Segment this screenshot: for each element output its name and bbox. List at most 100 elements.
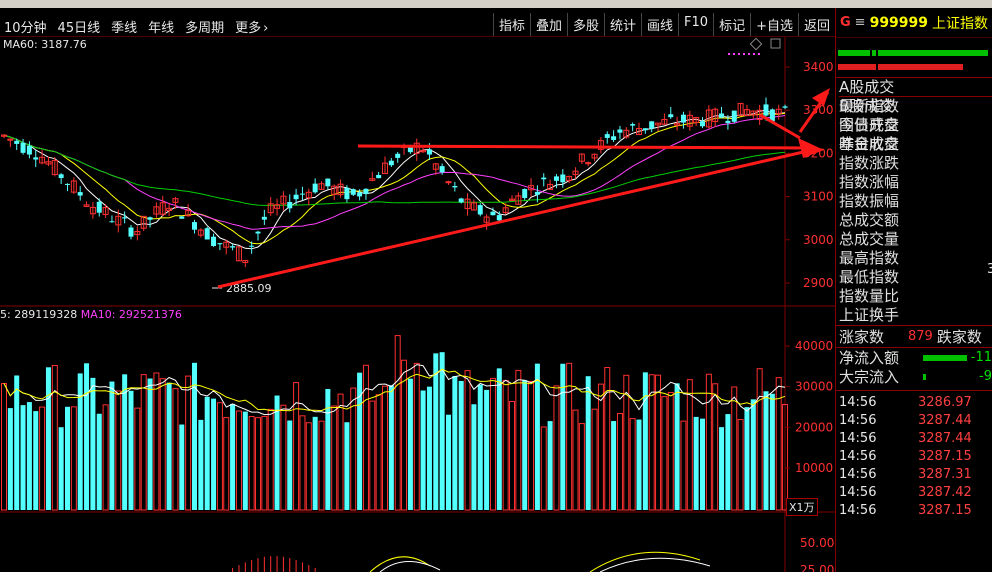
- indicator-button[interactable]: 指标: [492, 13, 530, 36]
- multi-stock-button[interactable]: 多股: [566, 13, 604, 36]
- volume-bar: [140, 374, 147, 511]
- quote-title: G ≡ 999999 上证指数: [836, 8, 992, 38]
- draw-line-button[interactable]: 画线: [641, 13, 678, 36]
- candle-body: [192, 222, 197, 230]
- volume-bar: [293, 382, 300, 511]
- volume-bar: [522, 380, 528, 510]
- candle-body: [344, 187, 350, 200]
- period-more-label: 更多: [235, 21, 262, 36]
- volume-bar: [375, 394, 382, 511]
- back-button[interactable]: 返回: [797, 13, 835, 36]
- menu-icon[interactable]: ≡: [855, 15, 866, 30]
- candle-body: [20, 142, 26, 153]
- volume-bar: [534, 363, 540, 510]
- period-more[interactable]: 更多 ›: [235, 17, 268, 36]
- volume-bar: [299, 415, 306, 511]
- field-low: 最低指数: [839, 268, 900, 286]
- volume-bar: [45, 367, 51, 510]
- volume-bar: [464, 370, 471, 511]
- tick-price: 3287.44: [918, 412, 972, 428]
- volume-bar: [674, 383, 680, 510]
- candle-body: [439, 166, 445, 173]
- overlay-button[interactable]: 叠加: [529, 13, 567, 36]
- candle-body: [490, 211, 496, 216]
- volume-bar: [287, 420, 293, 510]
- candle-body: [541, 177, 547, 180]
- volume-bar: [446, 414, 451, 510]
- volume-bar: [426, 386, 432, 510]
- candle-body: [395, 153, 401, 158]
- indicator-axis-label: 25.00: [800, 563, 834, 572]
- tick-price: 3286.97: [918, 394, 972, 410]
- tick-time: 14:56: [839, 394, 877, 410]
- advance-decline-row: 涨家数 879 跌家数: [836, 326, 992, 348]
- volume-bar: [388, 385, 394, 510]
- tick-time: 14:56: [839, 412, 877, 428]
- candle-body: [553, 176, 559, 181]
- candle-body: [731, 110, 737, 122]
- volume-bar: [172, 388, 179, 511]
- period-year[interactable]: 年线: [148, 17, 174, 36]
- candle-body: [649, 121, 655, 129]
- buy-bar: [838, 50, 988, 56]
- field-total-volume: 总成交量: [839, 230, 900, 248]
- volume-bar: [344, 422, 350, 510]
- add-watchlist-button[interactable]: +自选: [750, 13, 798, 36]
- tick-time: 14:56: [839, 484, 877, 500]
- volume-bar: [204, 396, 210, 510]
- volume-bar: [318, 420, 325, 511]
- volume-bar: [325, 388, 331, 510]
- volume-bar: [65, 406, 70, 510]
- field-change: 指数涨跌: [839, 154, 900, 172]
- candle-body: [630, 124, 636, 126]
- volume-bar: [230, 403, 236, 510]
- candle-body: [109, 221, 115, 223]
- volume-bar: [661, 396, 668, 511]
- mark-button[interactable]: 标记: [713, 13, 750, 36]
- period-45day[interactable]: 45日线: [58, 17, 101, 36]
- group-marker[interactable]: G: [840, 15, 851, 30]
- fall-count-label: 跌家数: [936, 328, 982, 346]
- volume-bar: [484, 389, 490, 510]
- block-inflow-bar: [923, 373, 926, 380]
- tick-time: 14:56: [839, 430, 877, 446]
- net-inflow-value: -11: [970, 350, 992, 365]
- candle-body: [700, 121, 705, 127]
- volume-bar: [235, 410, 242, 511]
- volume-bar: [357, 372, 363, 510]
- volume-bar: [185, 375, 192, 511]
- field-today-open: 今日开盘: [839, 116, 900, 134]
- field-a-share-volume: A股成交: [839, 78, 895, 96]
- volume-axis-label: 20000: [795, 420, 833, 434]
- f10-button[interactable]: F10: [678, 13, 713, 36]
- candle-body: [534, 191, 540, 195]
- period-10min[interactable]: 10分钟: [4, 17, 47, 36]
- volume-bar: [96, 413, 102, 510]
- period-quarter[interactable]: 季线: [111, 17, 137, 36]
- field-latest-index: 最新指数: [839, 97, 900, 115]
- volume-bar: [153, 372, 160, 511]
- volume-bar: [20, 405, 26, 510]
- volume-bar: [166, 382, 172, 510]
- volume-bar: [769, 393, 775, 510]
- volume-bar: [560, 363, 566, 510]
- volume-bar: [496, 368, 502, 510]
- volume-bar: [680, 420, 687, 511]
- field-turnover: 上证换手: [839, 306, 900, 324]
- resistance-line: [357, 144, 813, 150]
- candle-body: [217, 243, 223, 245]
- volume-bar: [84, 363, 90, 510]
- candle-body: [782, 106, 788, 108]
- volume-bar: [502, 379, 509, 511]
- index-fields: A股成交 B股成交 国债成交 基金成交 最新指数 今日开盘 昨日收盘 指数涨跌 …: [836, 78, 992, 326]
- volume-bar: [70, 406, 77, 511]
- statistics-button[interactable]: 统计: [604, 13, 641, 36]
- volume-bar: [337, 393, 344, 511]
- period-multi[interactable]: 多周期: [185, 17, 224, 36]
- clipped-value: 3: [987, 262, 992, 277]
- kline-chart[interactable]: 3400330032003100300029004000030000200001…: [0, 37, 835, 572]
- candle-body: [179, 216, 185, 219]
- volume-bar: [198, 419, 204, 510]
- volume-bar: [280, 404, 287, 511]
- net-inflow-label: 净流入额: [839, 349, 900, 367]
